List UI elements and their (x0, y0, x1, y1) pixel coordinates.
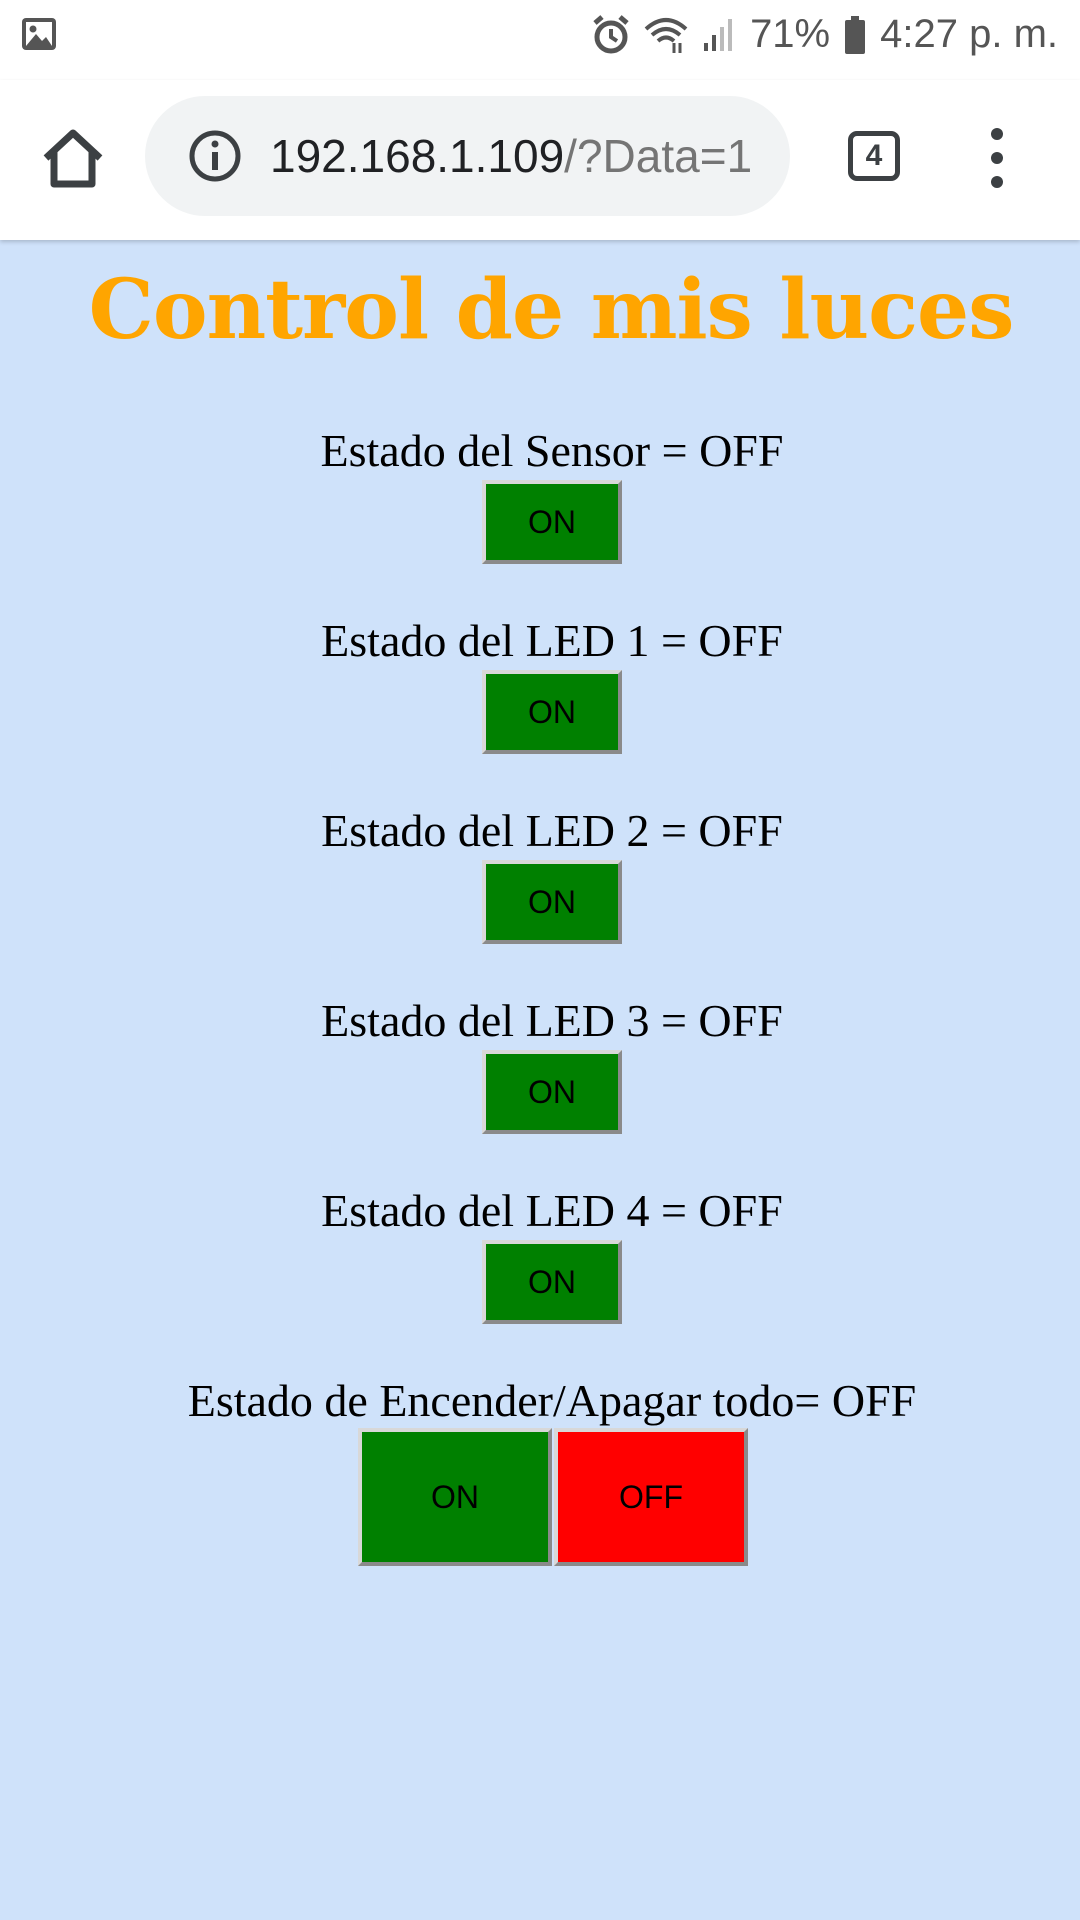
button-label: ON (528, 503, 576, 540)
signal-icon (702, 17, 736, 53)
sensor-state-label: Estado del Sensor = OFF (320, 425, 784, 476)
menu-icon[interactable] (980, 128, 1014, 188)
led2-on-button[interactable]: ON (482, 860, 622, 944)
button-label: ON (528, 883, 576, 920)
battery-icon (844, 15, 866, 54)
sensor-on-button[interactable]: ON (482, 480, 622, 564)
led1-state-label: Estado del LED 1 = OFF (321, 615, 783, 666)
button-label: ON (528, 1263, 576, 1300)
url-path: /?Data=1 (564, 130, 753, 182)
tab-count: 4 (865, 139, 883, 172)
page-title: Control de mis luces (88, 262, 1015, 358)
led2-state-label: Estado del LED 2 = OFF (321, 805, 783, 856)
clock-time: 4:27 p. m. (880, 12, 1058, 56)
info-icon[interactable] (187, 128, 243, 184)
home-icon[interactable] (40, 126, 106, 192)
alarm-icon (592, 14, 630, 55)
led4-on-button[interactable]: ON (482, 1240, 622, 1324)
status-bar: 71% 4:27 p. m. (0, 0, 1080, 80)
battery-text: 71% (750, 12, 831, 56)
tabs-icon[interactable]: 4 (848, 131, 900, 181)
button-label: OFF (619, 1478, 683, 1515)
all-off-button[interactable]: OFF (554, 1428, 748, 1566)
button-label: ON (528, 693, 576, 730)
button-label: ON (431, 1478, 479, 1515)
led3-on-button[interactable]: ON (482, 1050, 622, 1134)
wifi-icon (644, 17, 688, 53)
browser-toolbar: 192.168.1.109/?Data=1 4 (0, 80, 1080, 240)
all-state-label: Estado de Encender/Apagar todo= OFF (187, 1375, 917, 1426)
led1-on-button[interactable]: ON (482, 670, 622, 754)
url-text[interactable]: 192.168.1.109/?Data=1 (270, 126, 770, 186)
image-icon (20, 16, 58, 62)
all-on-button[interactable]: ON (358, 1428, 552, 1566)
led3-state-label: Estado del LED 3 = OFF (321, 995, 783, 1046)
url-host: 192.168.1.109 (270, 130, 565, 182)
led4-state-label: Estado del LED 4 = OFF (321, 1185, 783, 1236)
address-bar[interactable]: 192.168.1.109/?Data=1 (145, 96, 790, 216)
button-label: ON (528, 1073, 576, 1110)
status-right: 71% 4:27 p. m. (592, 12, 1058, 57)
